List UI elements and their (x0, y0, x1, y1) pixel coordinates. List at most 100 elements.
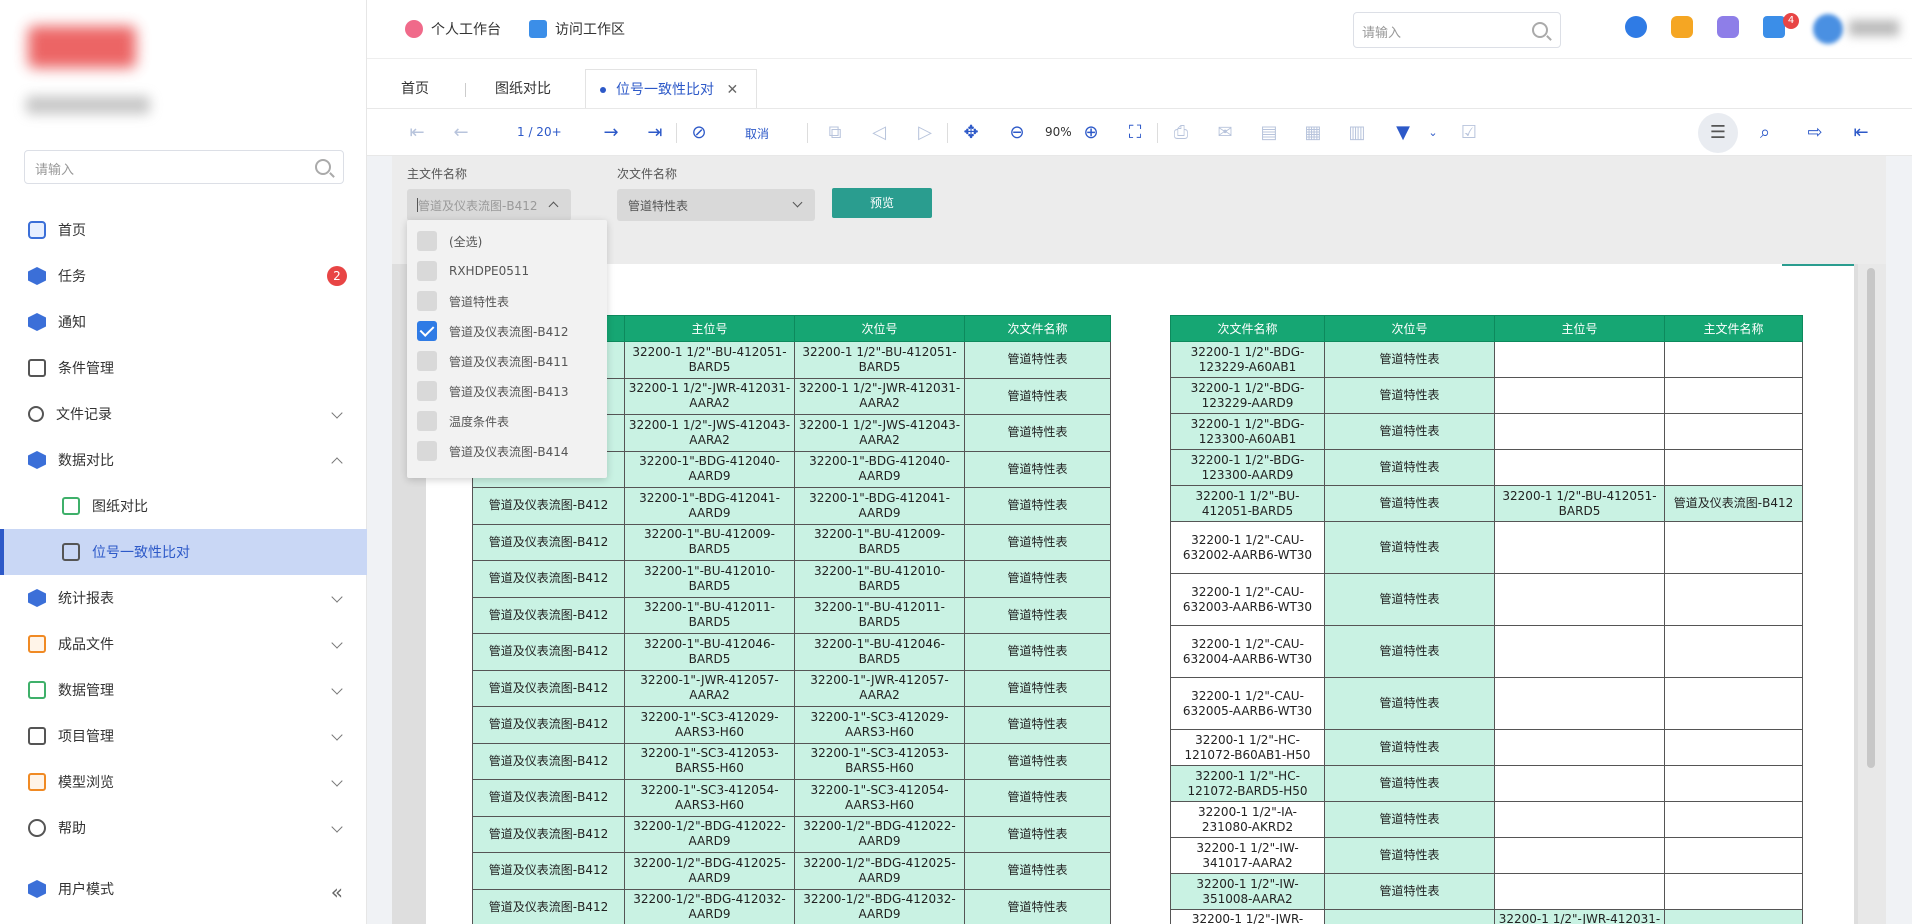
dropdown-option[interactable]: 管道及仪表流图-B414 (417, 436, 568, 466)
checkbox-checked[interactable] (417, 321, 437, 341)
sidebar-item-label: 条件管理 (58, 361, 114, 377)
checkbox[interactable] (417, 381, 437, 401)
cloud-upload-icon[interactable] (1671, 16, 1693, 38)
fit-screen-icon[interactable]: ⛶ (1123, 121, 1147, 145)
checkbox[interactable] (417, 351, 437, 371)
step-forward-icon[interactable]: ▷ (913, 121, 937, 145)
table-cell (1664, 801, 1803, 838)
dropdown-option[interactable]: (全选) (417, 226, 482, 256)
table-cell: 管道特性表 (964, 450, 1111, 488)
copy-icon[interactable]: ⧉ (823, 121, 847, 145)
table-cell (1664, 837, 1803, 874)
chevron-up-icon[interactable] (548, 201, 559, 212)
table-cell (1664, 449, 1803, 486)
table-cell: 管道特性表 (964, 633, 1111, 671)
broadcast-icon[interactable] (1717, 16, 1739, 38)
vertical-scrollbar[interactable] (1858, 264, 1886, 924)
table-cell: 管道特性表 (964, 779, 1111, 817)
visit-workspace-link[interactable]: 访问工作区 (529, 19, 625, 39)
page-indicator: 1 / 20+ (517, 125, 562, 139)
collapse-sidebar-icon[interactable]: « (331, 880, 343, 904)
export-check-icon[interactable]: ☑ (1457, 121, 1481, 145)
table-row: 32200-1 1/2"-CAU-632002-AARB6-WT30 管道特性表 (1170, 521, 1803, 574)
close-icon[interactable]: ✕ (726, 82, 738, 98)
sliders-icon[interactable]: ☰ (1706, 121, 1730, 145)
sidebar-item-6[interactable]: 图纸对比 (0, 483, 367, 529)
header-search-input[interactable]: 请输入 (1353, 12, 1561, 48)
search-icon[interactable] (315, 159, 331, 175)
book-icon[interactable]: ▤ (1257, 121, 1281, 145)
help-icon (28, 819, 46, 837)
layers-icon[interactable]: ▦ (1301, 121, 1325, 145)
checkbox[interactable] (417, 261, 437, 281)
avatar[interactable] (1813, 14, 1843, 44)
checkbox[interactable] (417, 411, 437, 431)
tab-tag-consistency[interactable]: 位号一致性比对 ✕ (585, 69, 758, 109)
sidebar-item-5[interactable]: 数据对比 (0, 437, 367, 483)
first-page-icon[interactable]: ⇤ (405, 121, 429, 145)
sidebar-item-2[interactable]: 通知 (0, 299, 367, 345)
dropdown-option[interactable]: RXHDPE0511 (417, 256, 529, 286)
sidebar-item-10[interactable]: 数据管理 (0, 667, 367, 713)
table-row: 管道及仪表流图-B412 32200-1"-BU-412010-BARD5 3220… (472, 560, 1111, 598)
mail-icon[interactable]: ✉ (1213, 121, 1237, 145)
sidebar-item-3[interactable]: 条件管理 (0, 345, 367, 391)
sidebar: 请输入 首页 任务 2 通知条件管理文件记录 数据对比 图纸对比 位号一致性比对 统计报表成品… (0, 0, 367, 924)
dropdown-option[interactable]: 温度条件表 (417, 406, 509, 436)
cancel-icon[interactable]: ⊘ (687, 121, 711, 145)
sidebar-item-4[interactable]: 文件记录 (0, 391, 367, 437)
sidebar-item-9[interactable]: 成品文件 (0, 621, 367, 667)
sidebar-item-0[interactable]: 首页 (0, 207, 367, 253)
sidebar-item-11[interactable]: 项目管理 (0, 713, 367, 759)
last-page-icon[interactable]: ⇥ (643, 121, 667, 145)
personal-workbench-link[interactable]: 个人工作台 (405, 19, 501, 39)
step-back-icon[interactable]: ◁ (867, 121, 891, 145)
sidebar-item-8[interactable]: 统计报表 (0, 575, 367, 621)
tab-drawing-compare[interactable]: 图纸对比 (495, 69, 551, 109)
sidebar-item-label: 成品文件 (58, 637, 114, 653)
preview-button[interactable]: 预览 (832, 188, 932, 218)
dropdown-option[interactable]: 管道特性表 (417, 286, 509, 316)
dropdown-option[interactable]: 管道及仪表流图-B413 (417, 376, 568, 406)
sidebar-item-1[interactable]: 任务 2 (0, 253, 367, 299)
dropdown-option[interactable]: 管道及仪表流图-B411 (417, 346, 568, 376)
tab-home[interactable]: 首页 (401, 69, 429, 109)
checkbox[interactable] (417, 441, 437, 461)
compass-icon[interactable] (1625, 16, 1647, 38)
table-cell: 32200-1"-SC3-412053-BARS5-H60 (794, 742, 965, 780)
table-row: 32200-1 1/2"-HC-121072-B60AB1-H50 管道特性表 (1170, 729, 1803, 766)
table-cell: 管道特性表 (1324, 485, 1495, 522)
cancel-button[interactable]: 取消 (745, 125, 769, 142)
move-icon[interactable]: ✥ (959, 121, 983, 145)
main-file-select[interactable]: 管道及仪表流图-B412 (407, 189, 571, 221)
checkbox[interactable] (417, 231, 437, 251)
column-header: 次位号 (794, 315, 965, 342)
table-cell: 管道特性表 (964, 523, 1111, 561)
document-viewer[interactable]: 主位号 次位号 次文件名称 32200-1 1/2"-BU-412051-BARD5… (392, 264, 1886, 924)
sidebar-item-7[interactable]: 位号一致性比对 (0, 529, 367, 575)
exit-icon[interactable]: ⇨ (1803, 121, 1827, 145)
logo-subtitle (26, 96, 150, 114)
sub-file-select[interactable]: 管道特性表 (617, 189, 815, 221)
search-icon[interactable] (1532, 22, 1548, 38)
checkbox[interactable] (417, 291, 437, 311)
chevron-down-icon[interactable]: ⌄ (1421, 121, 1445, 145)
print-icon[interactable]: ⎙ (1169, 121, 1193, 145)
dropdown-option[interactable]: 管道及仪表流图-B412 (417, 316, 568, 346)
message-icon[interactable] (1763, 16, 1785, 38)
panel-toggle-icon[interactable]: ⇤ (1849, 121, 1873, 145)
chevron-down-icon[interactable] (792, 197, 803, 208)
prev-page-icon[interactable]: ← (449, 121, 473, 145)
search-icon[interactable]: ⌕ (1753, 121, 1777, 145)
zoom-in-icon[interactable]: ⊕ (1079, 121, 1103, 145)
sidebar-item-13[interactable]: 帮助 (0, 805, 367, 851)
zoom-out-icon[interactable]: ⊖ (1005, 121, 1029, 145)
user-mode-toggle[interactable]: 用户模式 « (0, 866, 367, 912)
scrollbar-thumb[interactable] (1867, 268, 1875, 768)
filter-icon[interactable]: ▼ (1391, 121, 1415, 145)
table-cell: 管道特性表 (1324, 625, 1495, 678)
map-icon[interactable]: ▥ (1345, 121, 1369, 145)
sidebar-item-12[interactable]: 模型浏览 (0, 759, 367, 805)
next-page-icon[interactable]: → (599, 121, 623, 145)
sidebar-search-input[interactable]: 请输入 (24, 150, 344, 184)
